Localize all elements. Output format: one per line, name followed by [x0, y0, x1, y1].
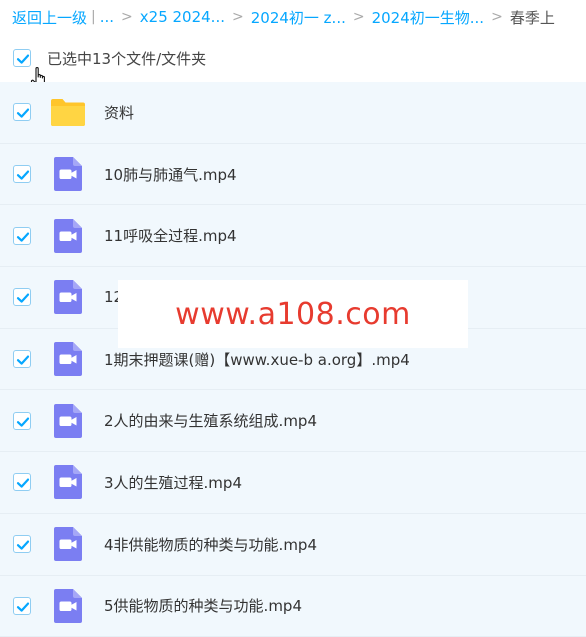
file-checkbox[interactable]: [13, 412, 31, 430]
file-row[interactable]: 2人的由来与生殖系统组成.mp4: [0, 390, 586, 452]
file-row[interactable]: 11呼吸全过程.mp4: [0, 205, 586, 267]
breadcrumb-item-1[interactable]: x25 2024...: [140, 8, 225, 26]
file-row[interactable]: 3人的生殖过程.mp4: [0, 452, 586, 514]
file-list: 资料10肺与肺通气.mp411呼吸全过程.mp4121期末押题课(赠)【www.…: [0, 82, 586, 637]
breadcrumb-item-3[interactable]: 2024初一生物...: [372, 7, 484, 28]
video-file-icon: [50, 464, 86, 500]
check-icon: [15, 229, 31, 245]
video-file-icon: [50, 218, 86, 254]
check-icon: [15, 537, 31, 553]
breadcrumb-separator: >: [232, 9, 244, 25]
file-type-icon: [50, 403, 86, 439]
check-icon: [15, 167, 31, 183]
breadcrumb-more-link[interactable]: ...: [100, 8, 114, 26]
file-name[interactable]: 5供能物质的种类与功能.mp4: [104, 595, 302, 616]
breadcrumb-pipe: |: [91, 9, 96, 25]
file-type-icon: [50, 588, 86, 624]
check-icon: [15, 51, 31, 67]
video-file-icon: [50, 526, 86, 562]
watermark-text: www.a108.com: [118, 280, 468, 348]
file-row[interactable]: 10肺与肺通气.mp4: [0, 144, 586, 206]
file-name[interactable]: 10肺与肺通气.mp4: [104, 164, 237, 185]
file-type-icon: [50, 464, 86, 500]
breadcrumb: 返回上一级 | ... > x25 2024... > 2024初一 z... …: [0, 0, 586, 34]
breadcrumb-item-2[interactable]: 2024初一 z...: [251, 7, 346, 28]
file-name[interactable]: 资料: [104, 102, 134, 123]
file-name[interactable]: 4非供能物质的种类与功能.mp4: [104, 534, 317, 555]
breadcrumb-back-link[interactable]: 返回上一级: [12, 7, 87, 28]
breadcrumb-current: 春季上: [510, 7, 555, 28]
file-checkbox[interactable]: [13, 103, 31, 121]
video-file-icon: [50, 403, 86, 439]
file-name[interactable]: 11呼吸全过程.mp4: [104, 225, 237, 246]
file-name[interactable]: 2人的由来与生殖系统组成.mp4: [104, 410, 317, 431]
video-file-icon: [50, 341, 86, 377]
file-type-icon: [50, 279, 86, 315]
check-icon: [15, 414, 31, 430]
video-file-icon: [50, 156, 86, 192]
file-type-icon: [50, 341, 86, 377]
file-name[interactable]: 1期末押题课(赠)【www.xue-b a.org】.mp4: [104, 349, 410, 370]
video-file-icon: [50, 279, 86, 315]
select-all-checkbox[interactable]: [13, 49, 31, 67]
file-checkbox[interactable]: [13, 165, 31, 183]
file-type-icon: [50, 218, 86, 254]
check-icon: [15, 352, 31, 368]
breadcrumb-separator: >: [491, 9, 503, 25]
selection-bar: 已选中13个文件/文件夹: [0, 40, 586, 76]
file-type-icon: [50, 156, 86, 192]
file-checkbox[interactable]: [13, 597, 31, 615]
breadcrumb-separator: >: [353, 9, 365, 25]
file-checkbox[interactable]: [13, 535, 31, 553]
file-row[interactable]: 资料: [0, 82, 586, 144]
file-checkbox[interactable]: [13, 350, 31, 368]
video-file-icon: [50, 588, 86, 624]
check-icon: [15, 105, 31, 121]
file-name[interactable]: 3人的生殖过程.mp4: [104, 472, 242, 493]
file-type-icon: [50, 94, 86, 130]
file-type-icon: [50, 526, 86, 562]
check-icon: [15, 599, 31, 615]
folder-icon: [50, 94, 86, 130]
check-icon: [15, 475, 31, 491]
file-checkbox[interactable]: [13, 227, 31, 245]
selection-count-label: 已选中13个文件/文件夹: [47, 48, 206, 69]
file-row[interactable]: 4非供能物质的种类与功能.mp4: [0, 514, 586, 576]
file-checkbox[interactable]: [13, 288, 31, 306]
file-checkbox[interactable]: [13, 473, 31, 491]
check-icon: [15, 290, 31, 306]
breadcrumb-separator: >: [121, 9, 133, 25]
